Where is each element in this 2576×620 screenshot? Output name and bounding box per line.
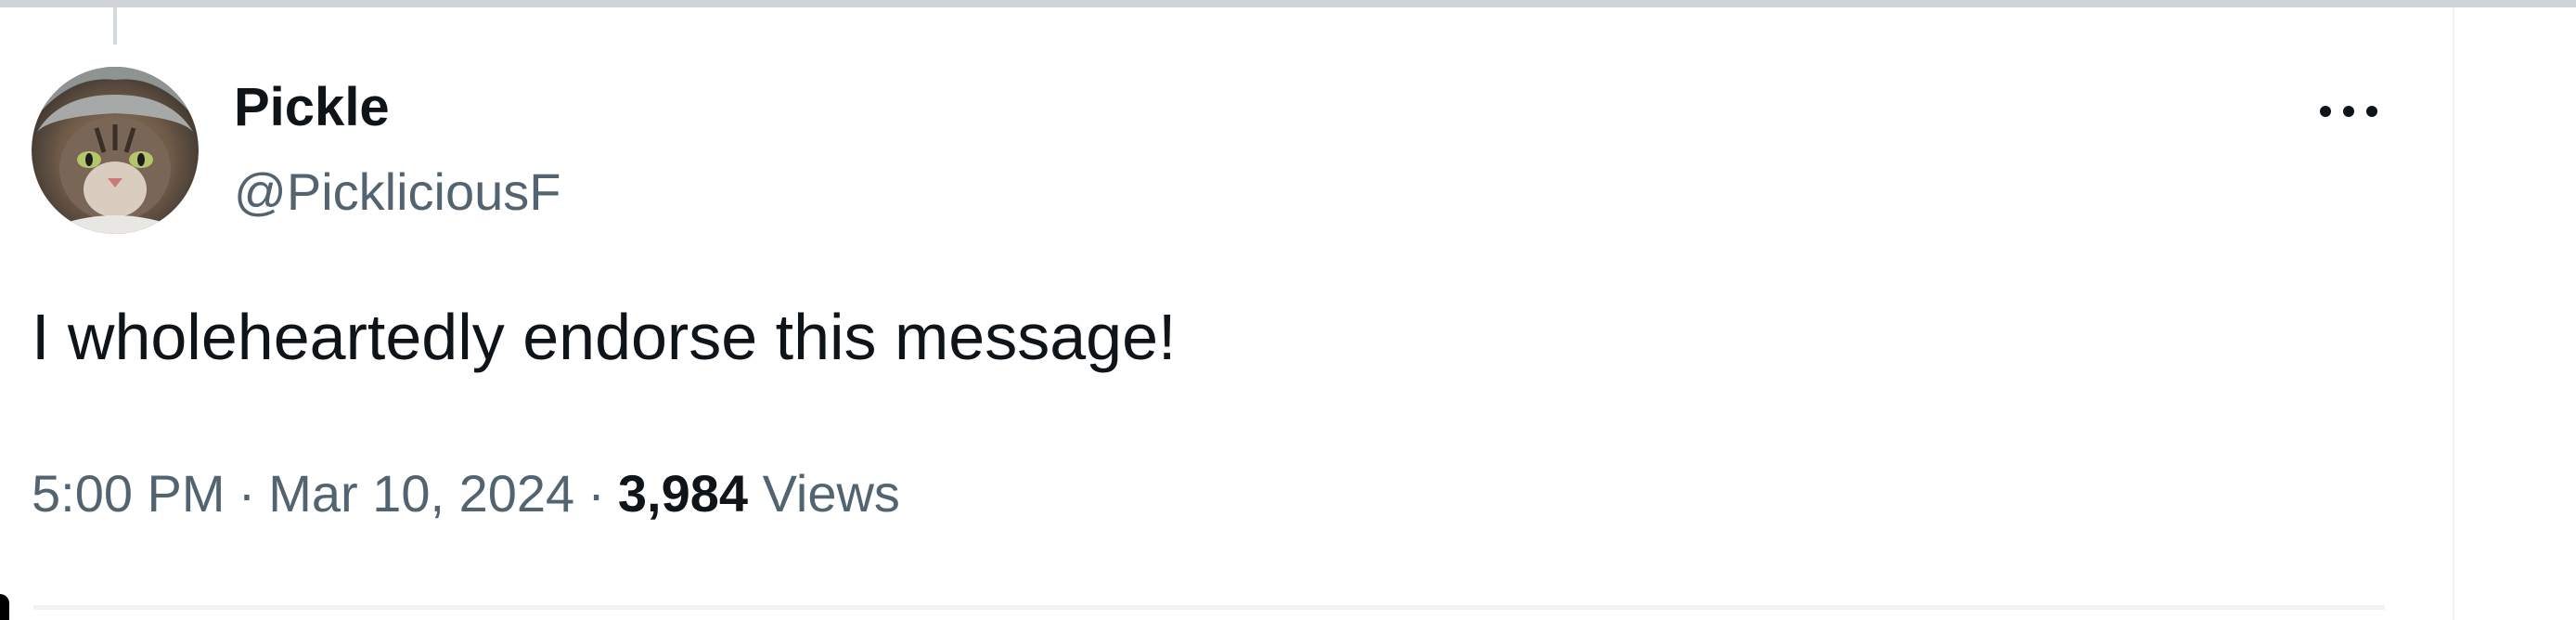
window-corner xyxy=(0,594,9,620)
views-label: Views xyxy=(762,464,900,523)
column-divider xyxy=(2453,7,2454,620)
meta-separator: · xyxy=(587,464,605,523)
views-label-spacer xyxy=(748,464,763,523)
tweet-time[interactable]: 5:00 PM xyxy=(32,464,225,523)
meta-separator: · xyxy=(238,464,256,523)
tweet-meta: 5:00 PM · Mar 10, 2024 · 3,984 Views xyxy=(32,460,900,527)
cat-avatar-icon xyxy=(32,67,199,234)
author-handle[interactable]: @PickliciousF xyxy=(234,160,560,225)
thread-connector-line xyxy=(113,7,117,45)
author-display-name[interactable]: Pickle xyxy=(234,74,390,141)
window-top-border xyxy=(0,0,2576,7)
tweet-date[interactable]: Mar 10, 2024 xyxy=(268,464,574,523)
bottom-divider xyxy=(33,605,2385,610)
tweet-page: Pickle @PickliciousF I wholeheartedly en… xyxy=(0,0,2576,620)
tweet-text: I wholeheartedly endorse this message! xyxy=(32,301,1177,373)
more-horizontal-icon xyxy=(2320,106,2377,117)
more-options-button[interactable] xyxy=(2307,85,2390,137)
views-count: 3,984 xyxy=(617,464,748,523)
avatar[interactable] xyxy=(32,67,199,234)
